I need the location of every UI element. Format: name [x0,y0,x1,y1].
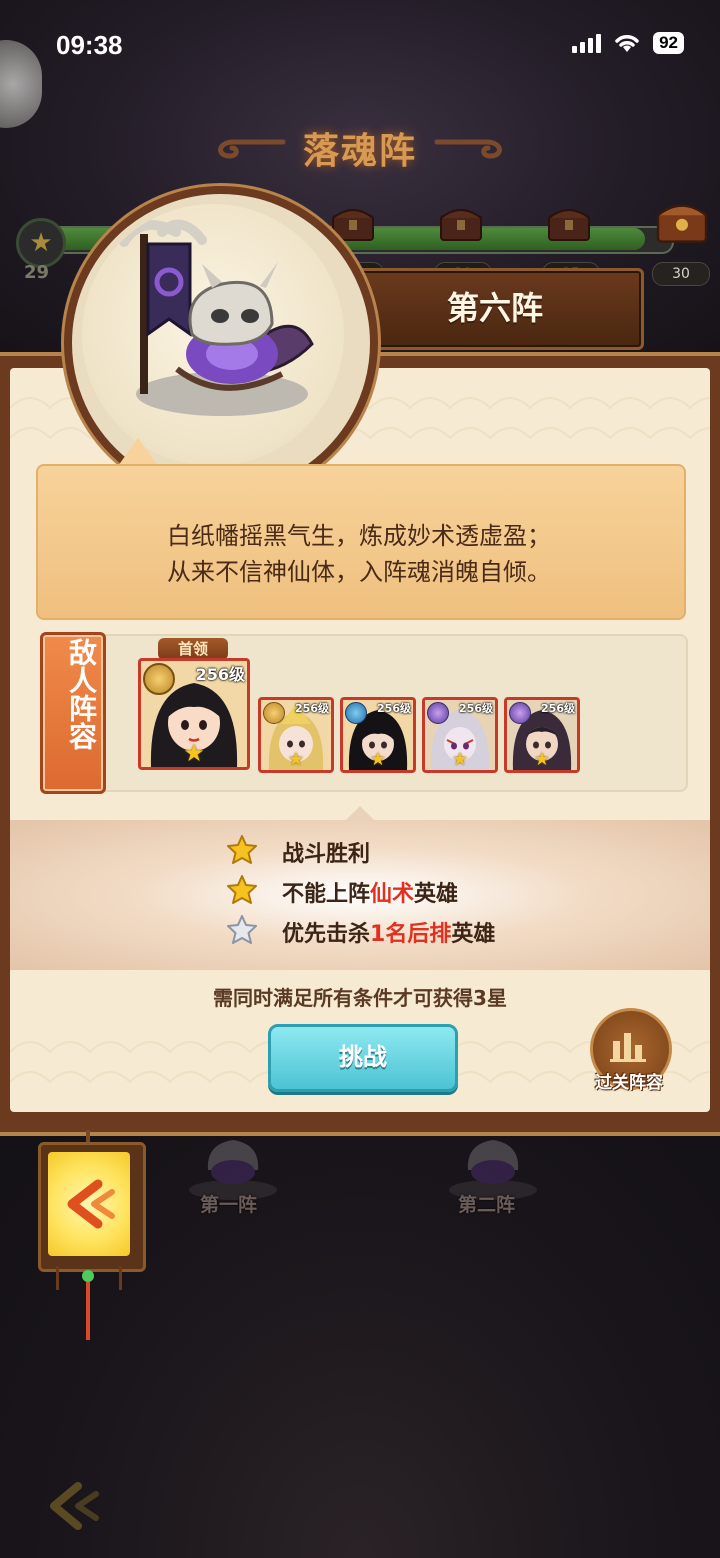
status-time: 09:38 [56,30,123,60]
poem-line-1: 白纸幡摇黑气生，炼成妙术透虚盈； [167,522,551,550]
stage-node-label[interactable]: 第一阵 [200,1190,257,1217]
star-icon: ★ [16,218,66,268]
lantern-tassel [86,1282,90,1340]
boss-tag: 首领 [158,638,228,660]
stage-name: 第六阵 [446,289,543,327]
battery-indicator: 92 [653,32,684,54]
class-badge-icon [143,663,175,695]
unachieved-star-icon [227,915,257,944]
hero-star-icon: ★ [183,739,205,767]
hero-star-icon: ★ [369,749,387,770]
hero-star-icon: ★ [533,749,551,770]
enemy-hero-card[interactable]: 256级 ★ [340,697,416,773]
hero-level: 256级 [541,702,575,715]
class-badge-icon [427,702,449,724]
condition-2: 不能上阵仙术英雄 [282,882,459,907]
reward-chest-icon[interactable] [546,202,592,242]
enemy-lineup-label: 敌人阵容 [65,638,98,750]
enemy-hero-card[interactable]: 256级 ★ [422,697,498,773]
challenge-button[interactable]: 挑战 [268,1024,458,1092]
status-icons: 92 [572,32,684,54]
map-back-arrow-icon[interactable] [44,1478,104,1534]
signal-icon [572,33,602,53]
hero-star-icon: ★ [287,749,305,770]
back-arrow-icon [67,1179,115,1229]
hero-level: 256级 [195,665,245,684]
hero-level: 256级 [377,702,411,715]
enemy-hero-card[interactable]: 256级 ★ [138,658,250,770]
achieved-star-icon [227,835,257,864]
class-badge-icon [345,702,367,724]
stage-node-label[interactable]: 第二阵 [458,1190,515,1217]
progress-current-stars: 29 [24,262,50,283]
class-badge-icon [509,702,531,724]
conditions-note: 需同时满足所有条件才可获得3星 [213,986,507,1010]
poem-line-2: 从来不信神仙体，入阵魂消魄自倾。 [167,558,551,586]
speech-bubble-tail [118,438,158,466]
clear-record-label[interactable]: 过关阵容 [584,1068,674,1093]
reward-chest-icon[interactable] [330,202,376,242]
milestone-label: 30 [652,262,710,286]
hero-star-icon: ★ [451,749,469,770]
class-badge-icon [263,702,285,724]
enemy-hero-card[interactable]: 256级 ★ [504,697,580,773]
reward-chest-icon[interactable] [438,202,484,242]
conditions-notch [346,806,374,820]
condition-3: 优先击杀1名后排英雄 [282,922,496,947]
boss-portrait [82,204,344,466]
achieved-star-icon [227,875,257,904]
lantern-bead [82,1270,94,1282]
enemy-hero-card[interactable]: 256级 ★ [258,697,334,773]
hero-level: 256级 [295,702,329,715]
wifi-icon [615,35,639,52]
page-title: 落魂阵 [302,131,417,172]
skull-banner-icon [119,219,314,416]
grand-reward-chest-icon[interactable] [654,196,710,244]
condition-1: 战斗胜利 [282,842,371,867]
hero-level: 256级 [459,702,493,715]
